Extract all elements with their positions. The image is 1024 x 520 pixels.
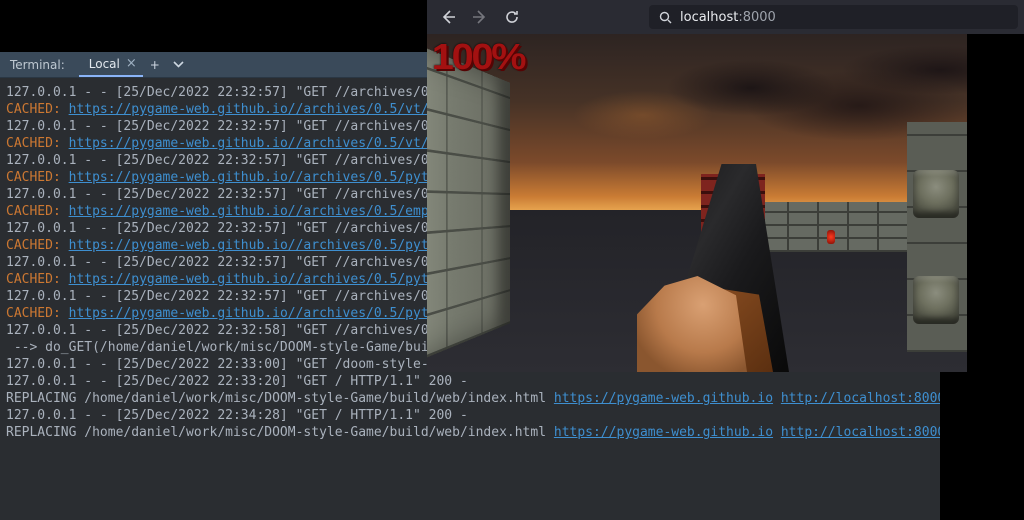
terminal-tab-local[interactable]: Local × bbox=[79, 52, 143, 77]
terminal-link[interactable]: http://localhost:8000/ bbox=[781, 391, 940, 406]
terminal-line: REPLACING /home/daniel/work/misc/DOOM-st… bbox=[6, 390, 934, 407]
chevron-down-icon bbox=[173, 61, 184, 68]
game-viewport[interactable] bbox=[427, 34, 967, 372]
plus-icon: + bbox=[150, 58, 160, 72]
terminal-link[interactable]: https://pygame-web.github.io//archives/0… bbox=[69, 306, 468, 321]
gargoyle-face-decor bbox=[913, 276, 959, 324]
refresh-button[interactable] bbox=[497, 3, 527, 31]
forward-button[interactable] bbox=[465, 3, 495, 31]
new-tab-button[interactable]: + bbox=[143, 53, 167, 77]
gargoyle-face-decor bbox=[913, 170, 959, 218]
search-icon bbox=[659, 11, 672, 24]
wall-left bbox=[427, 38, 510, 367]
terminal-line: 127.0.0.1 - - [25/Dec/2022 22:33:20] "GE… bbox=[6, 373, 934, 390]
terminal-line: REPLACING /home/daniel/work/misc/DOOM-st… bbox=[6, 424, 934, 441]
address-text: localhost:8000 bbox=[680, 10, 776, 25]
hud-health-percent: 100% bbox=[432, 36, 524, 78]
terminal-link[interactable]: https://pygame-web.github.io bbox=[554, 391, 773, 406]
terminal-tab-label: Local bbox=[89, 57, 120, 71]
terminal-link[interactable]: https://pygame-web.github.io//archives/0… bbox=[69, 204, 476, 219]
pickup-item bbox=[827, 230, 835, 244]
terminal-link[interactable]: http://localhost:8000/ bbox=[781, 425, 940, 440]
terminal-link[interactable]: https://pygame-web.github.io//archives/0… bbox=[69, 102, 468, 117]
address-host: localhost bbox=[680, 10, 738, 25]
terminal-tabs-menu[interactable] bbox=[167, 53, 191, 77]
address-port: :8000 bbox=[738, 10, 775, 25]
terminal-link[interactable]: https://pygame-web.github.io//archives/0… bbox=[69, 272, 476, 287]
terminal-line: 127.0.0.1 - - [25/Dec/2022 22:34:28] "GE… bbox=[6, 407, 934, 424]
back-button[interactable] bbox=[433, 3, 463, 31]
terminal-link[interactable]: https://pygame-web.github.io bbox=[554, 425, 773, 440]
browser-toolbar: localhost:8000 bbox=[427, 0, 1024, 34]
arrow-right-icon bbox=[472, 9, 488, 25]
terminal-link[interactable]: https://pygame-web.github.io//archives/0… bbox=[69, 170, 476, 185]
terminal-title: Terminal: bbox=[0, 58, 79, 72]
terminal-link[interactable]: https://pygame-web.github.io//archives/0… bbox=[69, 238, 476, 253]
close-icon[interactable]: × bbox=[126, 56, 137, 71]
address-bar[interactable]: localhost:8000 bbox=[649, 5, 1018, 29]
terminal-link[interactable]: https://pygame-web.github.io//archives/0… bbox=[69, 136, 468, 151]
arrow-left-icon bbox=[440, 9, 456, 25]
refresh-icon bbox=[504, 9, 520, 25]
